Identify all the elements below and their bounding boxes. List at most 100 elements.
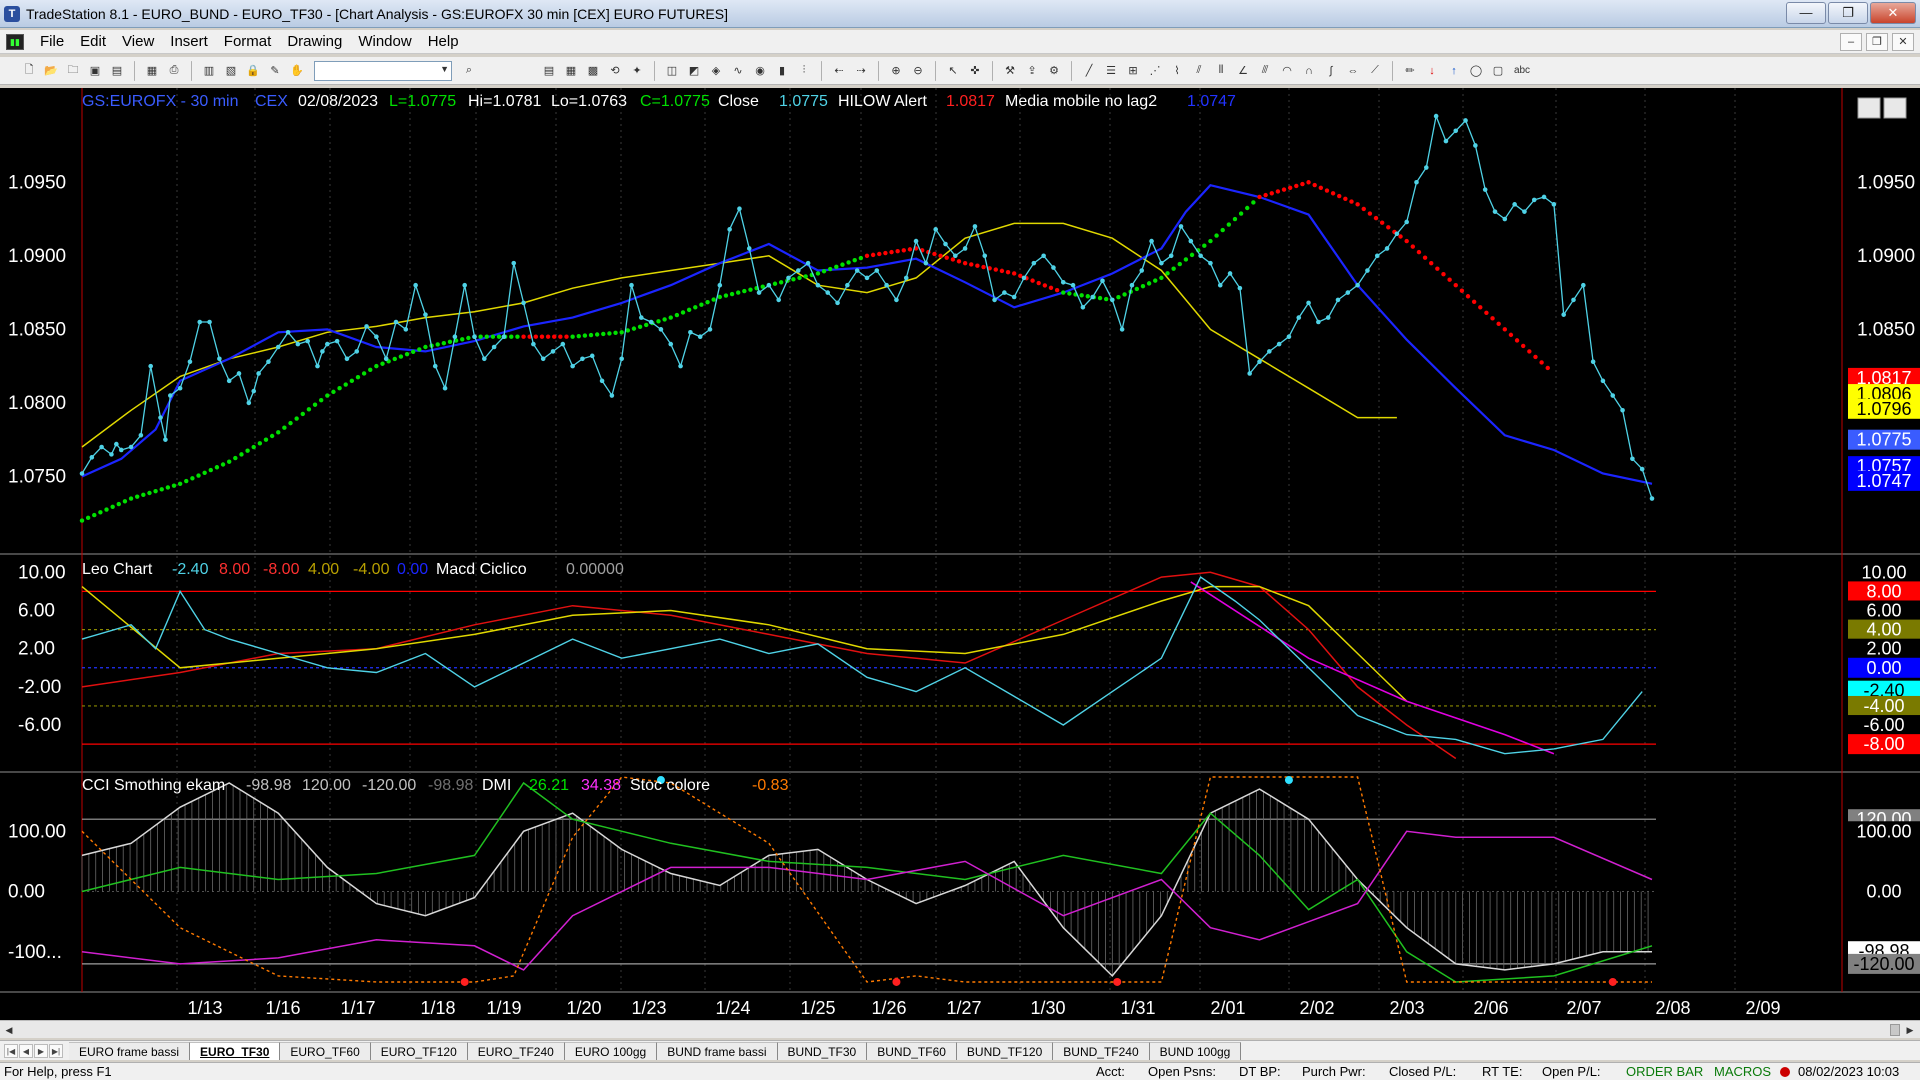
tab-prev-button[interactable]: ◀ [19, 1043, 33, 1058]
ellipse-icon[interactable]: ◯ [1467, 62, 1485, 80]
open-workspace-icon[interactable]: 🗀 [64, 62, 82, 80]
format-icon[interactable]: ◫ [663, 62, 681, 80]
close-button[interactable]: ✕ [1870, 2, 1916, 24]
tab-bund-tf30[interactable]: BUND_TF30 [777, 1041, 868, 1060]
tab-euro-frame-bassi[interactable]: EURO frame bassi [69, 1041, 191, 1060]
tab-last-button[interactable]: ▶| [49, 1043, 63, 1058]
horizontal-lines-icon[interactable]: ☰ [1102, 62, 1120, 80]
scroll-left-icon[interactable]: ⇠ [830, 62, 848, 80]
drawing-icon[interactable]: ✎ [266, 62, 284, 80]
export-icon[interactable]: ⇪ [1023, 62, 1041, 80]
data-window-icon[interactable]: ▦ [562, 62, 580, 80]
tab-euro-tf240[interactable]: EURO_TF240 [467, 1041, 565, 1060]
trendline-icon[interactable]: ╱ [1080, 62, 1098, 80]
menu-view[interactable]: View [114, 30, 162, 54]
child-restore-button[interactable]: ❐ [1866, 33, 1888, 51]
print-preview-icon[interactable]: ▦ [143, 62, 161, 80]
hand-icon[interactable]: ✋ [288, 62, 306, 80]
menu-format[interactable]: Format [216, 30, 280, 54]
order-bar-button[interactable]: ORDER BAR [1626, 1064, 1703, 1079]
tab-euro-tf30[interactable]: EURO_TF30 [190, 1041, 281, 1060]
scroll-right-icon[interactable]: ⇢ [852, 62, 870, 80]
showme-icon[interactable]: ◉ [751, 62, 769, 80]
options-icon[interactable]: ✦ [628, 62, 646, 80]
vertical-lines-icon[interactable]: ⦀ [1212, 62, 1230, 80]
arc-icon[interactable]: ◠ [1278, 62, 1296, 80]
crosshair-icon[interactable]: ✜ [966, 62, 984, 80]
zoom-out-icon[interactable]: ⊖ [909, 62, 927, 80]
tab-first-button[interactable]: |◀ [4, 1043, 18, 1058]
x-axis-tick-label: 2/01 [1210, 998, 1245, 1018]
menu-file[interactable]: File [32, 30, 72, 54]
styles-icon[interactable]: ◩ [685, 62, 703, 80]
angle-icon[interactable]: ∠ [1234, 62, 1252, 80]
horizontal-scrollbar[interactable]: ◀ ▶ [0, 1020, 1920, 1038]
new-workspace-icon[interactable]: ▣ [86, 62, 104, 80]
child-close-button[interactable]: ✕ [1892, 33, 1914, 51]
speed-lines-icon[interactable]: ∩ [1300, 62, 1318, 80]
refresh-icon[interactable]: ⟲ [606, 62, 624, 80]
tab-euro-tf120[interactable]: EURO_TF120 [370, 1041, 468, 1060]
menu-help[interactable]: Help [420, 30, 467, 54]
paintbar-icon[interactable]: ▮ [773, 62, 791, 80]
menu-drawing[interactable]: Drawing [279, 30, 350, 54]
minimize-button[interactable]: — [1786, 2, 1826, 24]
down-arrow-icon[interactable]: ↓ [1423, 62, 1441, 80]
chart-window-icon[interactable]: ▥ [200, 62, 218, 80]
lock-icon[interactable]: 🔒 [244, 62, 262, 80]
parallel-lines-icon[interactable]: ⫻ [1256, 62, 1274, 80]
indicator-icon[interactable]: ∿ [729, 62, 747, 80]
freehand-icon[interactable]: ∫ [1322, 62, 1340, 80]
open-file-icon[interactable]: 📂 [42, 62, 60, 80]
tab-bund-tf120[interactable]: BUND_TF120 [956, 1041, 1054, 1060]
ruler-icon[interactable]: ⇔ [1344, 62, 1362, 80]
radarscreen-icon[interactable]: ▧ [222, 62, 240, 80]
y-axis-tick-label-right: 1.0950 [1857, 172, 1915, 193]
up-arrow-icon[interactable]: ↑ [1445, 62, 1463, 80]
y-axis-tick-label: 2.00 [18, 639, 55, 660]
tools-icon[interactable]: ⚒ [1001, 62, 1019, 80]
fibonacci-icon[interactable]: ⌇ [1168, 62, 1186, 80]
tab-bund-tf240[interactable]: BUND_TF240 [1053, 1041, 1150, 1060]
restore-button[interactable]: ❐ [1828, 2, 1868, 24]
tab-next-button[interactable]: ▶ [34, 1043, 48, 1058]
print-icon[interactable]: ⎙ [165, 62, 183, 80]
scroll-right-arrow[interactable]: ▶ [1903, 1023, 1917, 1037]
tab-bund-frame-bassi[interactable]: BUND frame bassi [657, 1041, 778, 1060]
gann-icon[interactable]: ⊞ [1124, 62, 1142, 80]
text-icon[interactable]: abc [1511, 62, 1533, 80]
tab-bund-tf60[interactable]: BUND_TF60 [867, 1041, 957, 1060]
save-icon[interactable]: ▤ [108, 62, 126, 80]
hilow-alert-dot [601, 331, 606, 337]
macros-button[interactable]: MACROS [1714, 1064, 1771, 1079]
fan-icon[interactable]: ⋰ [1146, 62, 1164, 80]
strategy-icon[interactable]: ◈ [707, 62, 725, 80]
child-minimize-button[interactable]: – [1840, 33, 1862, 51]
settings-icon[interactable]: ⚙ [1045, 62, 1063, 80]
pencil-icon[interactable]: ✏ [1401, 62, 1419, 80]
rectangle-icon[interactable]: ▢ [1489, 62, 1507, 80]
symbol-combobox[interactable] [314, 60, 452, 81]
zoom-in-icon[interactable]: ⊕ [887, 62, 905, 80]
close-price-marker [619, 356, 624, 362]
scroll-thumb[interactable] [1890, 1024, 1900, 1036]
chart-canvas[interactable]: 1/13 1/16 1/17 1/18 1/19 1/20 1/23 1/24 1/25 1/26… [0, 88, 1920, 1018]
chart-window-icon[interactable]: ▮▮ [6, 33, 24, 50]
bar-type-icon[interactable]: ⫶ [795, 62, 813, 80]
pointer-icon[interactable]: ↖ [944, 62, 962, 80]
bar-chart-icon[interactable]: ▤ [540, 62, 558, 80]
menu-window[interactable]: Window [350, 30, 419, 54]
channel-icon[interactable]: ⫽ [1190, 62, 1208, 80]
menu-edit[interactable]: Edit [72, 30, 114, 54]
regression-icon[interactable]: ⟋ [1366, 62, 1384, 80]
hilow-alert-dot [1220, 227, 1225, 233]
symbol-search-icon[interactable]: ⌕ [460, 62, 478, 80]
tab-euro-100gg[interactable]: EURO 100gg [564, 1041, 658, 1060]
tab-euro-tf60[interactable]: EURO_TF60 [280, 1041, 371, 1060]
new-file-icon[interactable]: 🗋 [20, 62, 38, 80]
table-icon[interactable]: ▩ [584, 62, 602, 80]
hilow-alert-dot [214, 465, 220, 470]
scroll-left-arrow[interactable]: ◀ [2, 1023, 16, 1037]
menu-insert[interactable]: Insert [162, 30, 216, 54]
tab-bund-100gg[interactable]: BUND 100gg [1149, 1041, 1242, 1060]
